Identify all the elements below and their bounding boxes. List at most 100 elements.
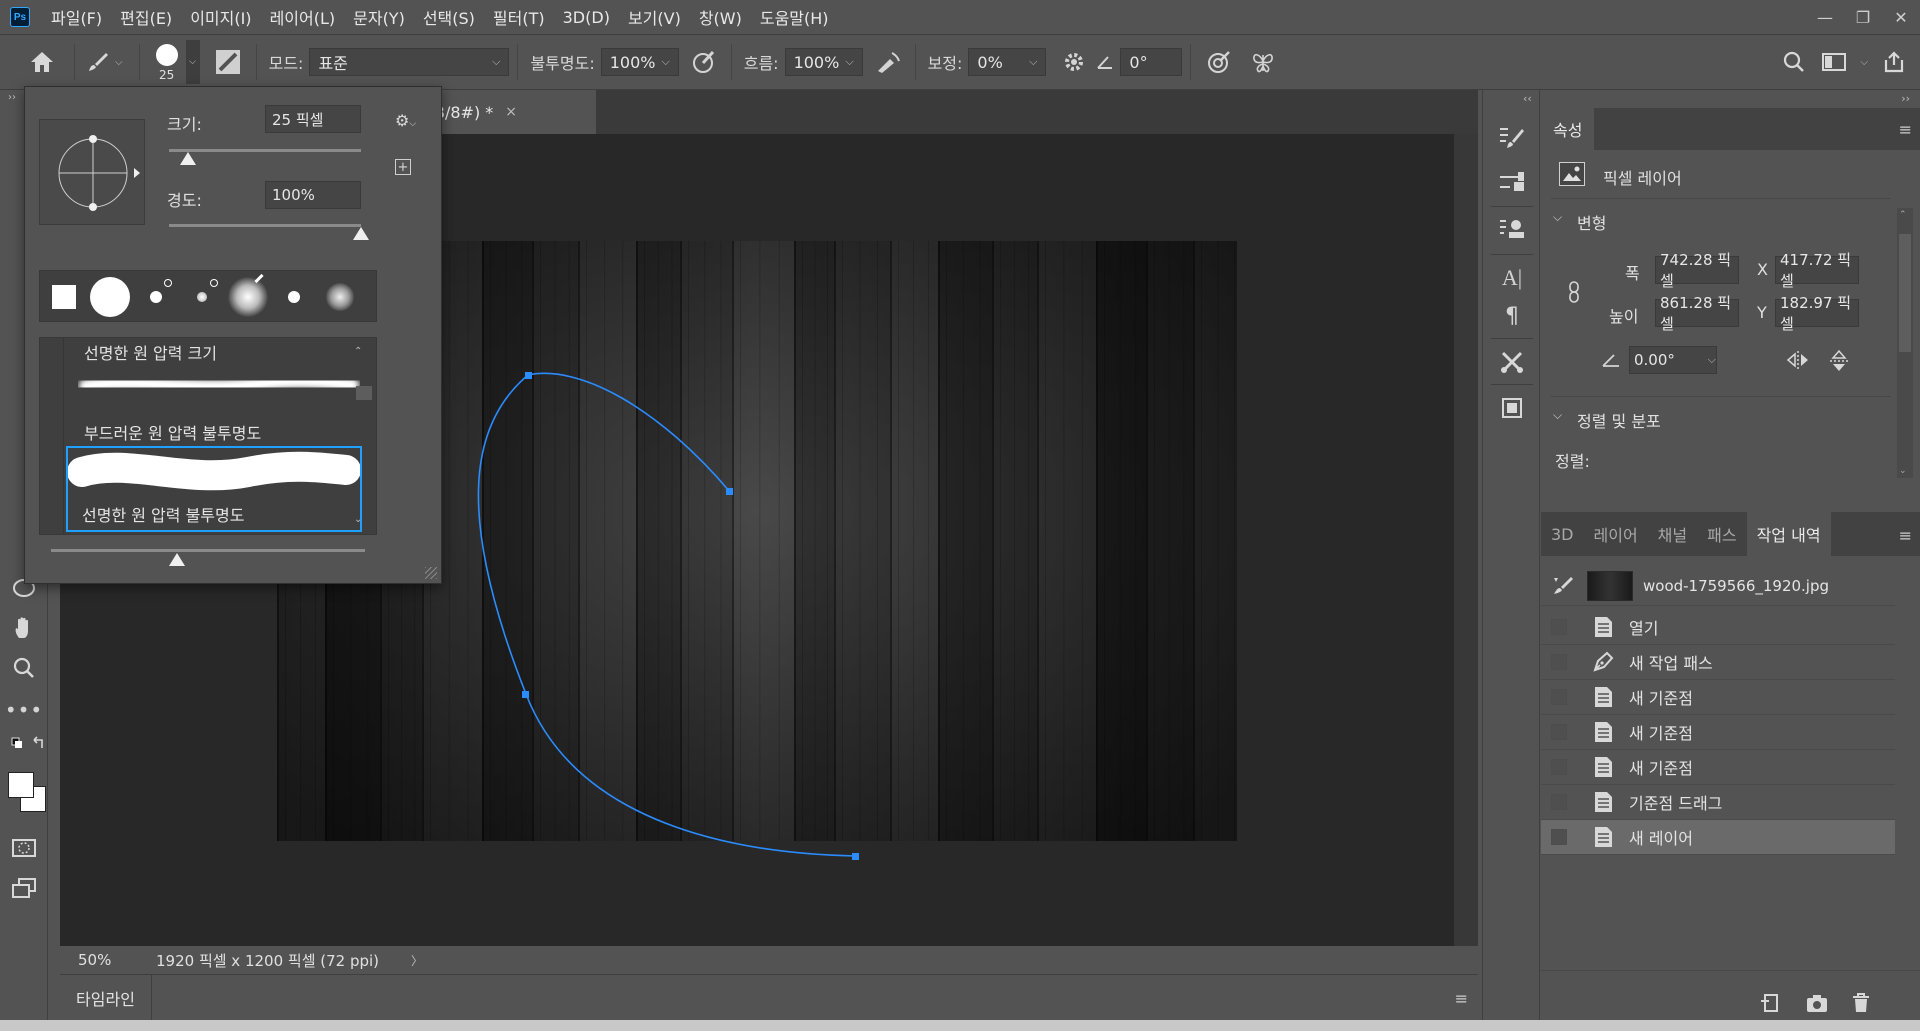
zoom-tool-icon[interactable]: [8, 652, 40, 684]
pressure-size-icon[interactable]: [1199, 42, 1239, 82]
x-input[interactable]: 417.72 픽셀: [1775, 251, 1859, 290]
y-input[interactable]: 182.97 픽셀: [1775, 294, 1859, 333]
menu-select[interactable]: 선택(S): [414, 5, 484, 29]
preview-size-slider-thumb[interactable]: [168, 553, 185, 566]
pressure-round-brush-tip[interactable]: [134, 275, 178, 319]
paragraph-panel-icon[interactable]: ¶: [1496, 300, 1528, 332]
history-brush-checkbox[interactable]: [1551, 794, 1567, 810]
history-brush-checkbox[interactable]: [1551, 724, 1567, 740]
history-state-row[interactable]: 새 레이어: [1541, 820, 1895, 855]
scroll-up-icon[interactable]: ⌃: [354, 346, 362, 357]
hard-round-brush-tip[interactable]: [88, 275, 132, 319]
small-hard-brush-tip[interactable]: [272, 275, 316, 319]
airbrush-icon[interactable]: [869, 42, 907, 82]
brush-preset-name[interactable]: 선명한 원 압력 크기: [84, 340, 217, 364]
height-input[interactable]: 861.28 픽셀: [1655, 294, 1739, 333]
brush-preset-name[interactable]: 부드러운 원 압력 불투명도: [84, 420, 261, 444]
link-icon[interactable]: [1567, 280, 1581, 304]
workspace-icon[interactable]: [1814, 42, 1854, 82]
menu-layer[interactable]: 레이어(L): [261, 5, 345, 29]
brush-preset-picker[interactable]: 25: [148, 38, 186, 86]
chevron-down-icon[interactable]: ⌵: [1553, 210, 1562, 225]
brush-preset-item[interactable]: [64, 362, 360, 428]
delete-state-icon[interactable]: [1849, 991, 1873, 1015]
history-brush-checkbox[interactable]: [1551, 654, 1567, 670]
menu-file[interactable]: 파일(F): [42, 5, 111, 29]
home-icon[interactable]: [18, 42, 66, 82]
vertical-scrollbar[interactable]: [1454, 134, 1478, 946]
scroll-down-icon[interactable]: ⌄: [354, 514, 362, 525]
opacity-dropdown[interactable]: 100% ⌵: [600, 48, 679, 76]
history-state-row[interactable]: 새 기준점: [1541, 750, 1895, 785]
tab-history[interactable]: 작업 내역: [1746, 512, 1831, 556]
hardness-slider-thumb[interactable]: [353, 227, 369, 240]
size-slider-track[interactable]: [169, 149, 361, 152]
history-state-row[interactable]: 열기: [1541, 610, 1895, 645]
properties-menu-icon[interactable]: ≡: [1899, 120, 1912, 139]
collapse-panels-icon[interactable]: ››: [1901, 92, 1910, 105]
size-input[interactable]: 25 픽셀: [265, 105, 361, 133]
symmetry-butterfly-icon[interactable]: [1243, 42, 1283, 82]
brushes-panel-icon[interactable]: [1496, 166, 1528, 198]
soft-pressure-brush-tip[interactable]: [180, 275, 224, 319]
menu-image[interactable]: 이미지(I): [181, 5, 260, 29]
character-panel-icon[interactable]: A|: [1496, 262, 1528, 294]
tool-presets-icon[interactable]: [1496, 346, 1528, 378]
anchor-point[interactable]: [852, 853, 859, 860]
resize-grip-icon[interactable]: [425, 567, 437, 579]
chevron-down-icon[interactable]: ⌵: [1553, 408, 1562, 423]
screen-mode-icon[interactable]: [8, 872, 40, 904]
restore-button[interactable]: ❐: [1844, 2, 1882, 32]
soft-round-brush-tip[interactable]: [318, 275, 362, 319]
color-swatches[interactable]: [8, 772, 52, 816]
menu-3d[interactable]: 3D(D): [554, 8, 619, 27]
flow-dropdown[interactable]: 100% ⌵: [784, 48, 863, 76]
menu-edit[interactable]: 편집(E): [111, 5, 181, 29]
history-menu-icon[interactable]: ≡: [1899, 526, 1912, 545]
history-brush-checkbox[interactable]: [1551, 829, 1567, 845]
history-snapshot[interactable]: wood-1759566_1920.jpg: [1541, 566, 1895, 606]
history-state-row[interactable]: 새 기준점: [1541, 680, 1895, 715]
history-brush-source-icon[interactable]: [1551, 574, 1575, 598]
smoothing-dropdown[interactable]: 0% ⌵: [968, 48, 1047, 76]
new-preset-icon[interactable]: +: [395, 159, 411, 175]
timeline-menu-icon[interactable]: ≡: [1455, 989, 1468, 1008]
pressure-opacity-icon[interactable]: [685, 42, 723, 82]
menu-type[interactable]: 문자(Y): [344, 5, 414, 29]
brush-settings-panel-icon[interactable]: [1496, 122, 1528, 154]
size-slider-thumb[interactable]: [180, 152, 197, 165]
quick-mask-icon[interactable]: [8, 832, 40, 864]
tab-channels[interactable]: 채널: [1648, 512, 1697, 556]
rotation-input[interactable]: 0.00° ⌵: [1629, 346, 1717, 374]
menu-filter[interactable]: 필터(T): [484, 5, 554, 29]
document-tab[interactable]: B/8#) * ×: [426, 90, 596, 134]
menu-help[interactable]: 도움말(H): [751, 5, 838, 29]
hand-tool-icon[interactable]: [8, 612, 40, 644]
brush-settings-icon[interactable]: [208, 42, 248, 82]
collapse-dock-icon[interactable]: ‹‹: [1523, 92, 1532, 105]
smoothing-options-gear-icon[interactable]: [1054, 42, 1094, 82]
anchor-point[interactable]: [726, 488, 733, 495]
status-menu-arrow[interactable]: 〉: [411, 952, 423, 969]
brush-tool-icon[interactable]: [83, 42, 113, 82]
menu-window[interactable]: 창(W): [690, 5, 751, 29]
foreground-color-swatch[interactable]: [8, 772, 34, 798]
close-button[interactable]: ✕: [1882, 2, 1920, 32]
share-icon[interactable]: [1874, 42, 1914, 82]
brush-preset-item-selected[interactable]: 선명한 원 압력 불투명도: [66, 446, 362, 532]
menu-view[interactable]: 보기(V): [619, 5, 690, 29]
clone-source-icon[interactable]: [1496, 214, 1528, 246]
flip-vertical-icon[interactable]: [1827, 348, 1851, 374]
properties-scrollbar[interactable]: ⌃ ⌄: [1897, 208, 1913, 478]
flip-horizontal-icon[interactable]: [1785, 348, 1811, 372]
history-brush-checkbox[interactable]: [1551, 759, 1567, 775]
history-brush-checkbox[interactable]: [1551, 619, 1567, 635]
tab-properties[interactable]: 속성: [1541, 108, 1595, 150]
brush-picker-dropdown-icon[interactable]: ⌵: [185, 40, 200, 84]
new-document-from-state-icon[interactable]: [1759, 991, 1783, 1015]
list-scroll-thumb[interactable]: [356, 386, 372, 400]
layer-comps-icon[interactable]: [1496, 392, 1528, 424]
zoom-level[interactable]: 50%: [78, 951, 138, 969]
tool-preset-dropdown-icon[interactable]: ⌵: [115, 57, 123, 68]
close-tab-icon[interactable]: ×: [505, 104, 517, 120]
